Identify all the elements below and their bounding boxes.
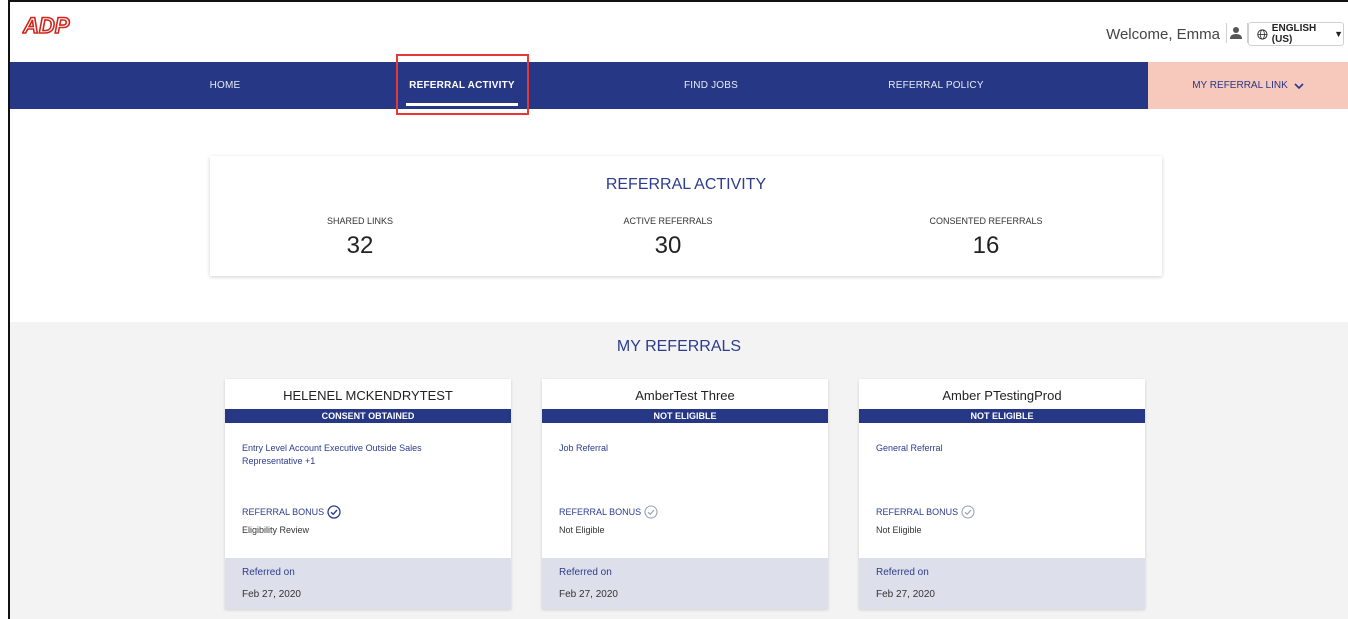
referral-card[interactable]: AmberTest Three NOT ELIGIBLE Job Referra… — [542, 379, 828, 609]
check-circle-icon — [327, 505, 341, 519]
referral-card[interactable]: HELENEL MCKENDRYTEST CONSENT OBTAINED En… — [225, 379, 511, 609]
referred-on-label: Referred on — [242, 567, 295, 578]
nav-find-jobs-label: FIND JOBS — [683, 80, 739, 91]
stat-label: CONSENTED REFERRALS — [929, 216, 1043, 226]
nav-referral-policy[interactable]: REFERRAL POLICY — [861, 62, 1011, 109]
referral-card[interactable]: Amber PTestingProd NOT ELIGIBLE General … — [859, 379, 1145, 609]
language-label: ENGLISH (US) — [1271, 23, 1317, 45]
referral-status-badge: NOT ELIGIBLE — [542, 409, 828, 423]
welcome-text: Welcome, Emma — [1106, 26, 1220, 43]
referred-on-date: Feb 27, 2020 — [559, 589, 618, 600]
globe-icon — [1257, 28, 1268, 40]
stat-consented-referrals: CONSENTED REFERRALS 16 — [836, 216, 1136, 260]
referral-bonus-status: Eligibility Review — [242, 525, 310, 535]
stat-active-referrals: ACTIVE REFERRALS 30 — [518, 216, 818, 260]
nav-home[interactable]: HOME — [160, 62, 290, 109]
referral-status-badge: CONSENT OBTAINED — [225, 409, 511, 423]
referral-footer: Referred on Feb 27, 2020 — [859, 558, 1145, 609]
referral-job-link[interactable]: General Referral — [876, 442, 1085, 455]
referral-footer: Referred on Feb 27, 2020 — [542, 558, 828, 609]
referral-bonus: REFERRAL BONUS — [559, 505, 658, 519]
referred-on-date: Feb 27, 2020 — [242, 589, 301, 600]
referral-bonus-status: Not Eligible — [876, 525, 922, 535]
check-circle-icon — [644, 505, 658, 519]
main-nav: HOME REFERRAL ACTIVITY FIND JOBS REFERRA… — [10, 62, 1348, 109]
referred-on-date: Feb 27, 2020 — [876, 589, 935, 600]
referral-job-link[interactable]: Job Referral — [559, 442, 768, 455]
my-referral-link-button[interactable]: MY REFERRAL LINK — [1148, 62, 1348, 109]
referral-name: HELENEL MCKENDRYTEST — [283, 388, 453, 403]
referral-bonus-status: Not Eligible — [559, 525, 605, 535]
chevron-down-icon — [1294, 82, 1304, 89]
referral-name: Amber PTestingProd — [942, 388, 1062, 403]
referral-name: AmberTest Three — [635, 388, 735, 403]
activity-title: REFERRAL ACTIVITY — [605, 176, 767, 193]
referral-bonus: REFERRAL BONUS — [876, 505, 975, 519]
svg-text:ADP: ADP — [22, 13, 70, 38]
caret-down-icon: ▼ — [1334, 29, 1343, 39]
adp-logo[interactable]: ADP — [21, 12, 72, 39]
nav-home-label: HOME — [209, 80, 241, 91]
my-referrals-section: MY REFERRALS HELENEL MCKENDRYTEST CONSEN… — [10, 322, 1348, 619]
app-frame: ADP Welcome, Emma ENGLISH (US) ▼ HOME RE… — [8, 0, 1348, 619]
referral-bonus: REFERRAL BONUS — [242, 505, 341, 519]
referral-activity-card: REFERRAL ACTIVITY SHARED LINKS 32 ACTIVE… — [210, 156, 1162, 276]
user-icon[interactable] — [1229, 26, 1243, 40]
adp-logo-icon: ADP — [21, 12, 70, 39]
highlight-annotation — [396, 54, 529, 115]
referral-status-badge: NOT ELIGIBLE — [859, 409, 1145, 423]
stat-value: 32 — [346, 232, 374, 259]
nav-find-jobs[interactable]: FIND JOBS — [646, 62, 776, 109]
language-selector[interactable]: ENGLISH (US) ▼ — [1248, 22, 1344, 46]
referral-bonus-label: REFERRAL BONUS — [559, 507, 642, 517]
stat-label: SHARED LINKS — [326, 216, 394, 226]
stat-value: 30 — [654, 232, 682, 259]
stat-label: ACTIVE REFERRALS — [623, 216, 713, 226]
stat-shared-links: SHARED LINKS 32 — [210, 216, 510, 260]
my-referral-link-label: MY REFERRAL LINK — [1192, 80, 1288, 91]
stat-value: 16 — [972, 232, 1000, 259]
referral-footer: Referred on Feb 27, 2020 — [225, 558, 511, 609]
referred-on-label: Referred on — [876, 567, 929, 578]
referral-job-link[interactable]: Entry Level Account Executive Outside Sa… — [242, 442, 451, 468]
my-referrals-title: MY REFERRALS — [616, 338, 742, 355]
top-bar: ADP Welcome, Emma ENGLISH (US) ▼ — [10, 2, 1348, 62]
referral-bonus-label: REFERRAL BONUS — [876, 507, 959, 517]
check-circle-icon — [961, 505, 975, 519]
referred-on-label: Referred on — [559, 567, 612, 578]
divider — [1226, 23, 1227, 43]
nav-referral-policy-label: REFERRAL POLICY — [888, 80, 984, 91]
referral-bonus-label: REFERRAL BONUS — [242, 507, 325, 517]
